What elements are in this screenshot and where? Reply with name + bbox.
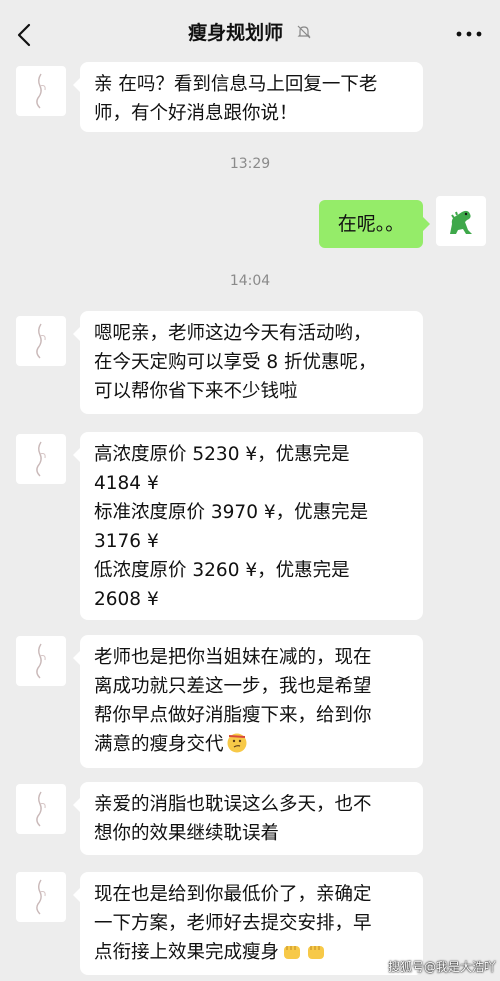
chat-title-wrap: 瘦身规划师	[0, 18, 500, 45]
contact-avatar[interactable]	[16, 66, 66, 116]
watermark: 搜狐号@我是大浩吖	[387, 960, 496, 974]
message-text: 在呢。。	[337, 213, 405, 235]
message-text: 在今天定购可以享受 8 折优惠呢，	[94, 352, 377, 373]
price-line: 低浓度原价 3260 ¥，优惠完是	[94, 560, 350, 581]
timestamp: 14:04	[229, 273, 271, 289]
price-line: 3176 ¥	[94, 531, 159, 552]
calligraphy-figure-avatar	[36, 879, 46, 915]
fist-bump-icon	[308, 946, 325, 959]
contact-avatar[interactable]	[16, 316, 66, 366]
message-text: 帮你早点做好消脂瘦下来，给到你	[94, 705, 372, 726]
message-text: 点衔接上效果完成瘦身	[94, 942, 280, 963]
message-text: 离成功就只差这一步，我也是希望	[94, 676, 372, 697]
contact-avatar[interactable]	[16, 434, 66, 484]
outgoing-message[interactable]: 在呢。。	[319, 200, 430, 248]
message-text: 满意的瘦身交代	[94, 734, 224, 755]
calligraphy-figure-avatar	[36, 791, 46, 827]
my-avatar[interactable]	[436, 196, 486, 246]
thinking-face-icon	[227, 733, 247, 753]
message-text: 老师也是把你当姐妹在减的，现在	[94, 647, 372, 668]
message-text-last: 满意的瘦身交代	[94, 730, 411, 759]
incoming-message[interactable]: 现在也是给到你最低价了，亲确定 一下方案，老师好去提交安排，早 点衔接上效果完成…	[73, 872, 423, 975]
price-line: 2608 ¥	[94, 589, 159, 610]
timestamp: 13:29	[229, 156, 271, 172]
message-text: 一下方案，老师好去提交安排，早	[94, 913, 372, 934]
calligraphy-figure-avatar	[36, 441, 46, 477]
calligraphy-figure-avatar	[36, 643, 46, 679]
contact-avatar[interactable]	[16, 872, 66, 922]
contact-avatar[interactable]	[16, 636, 66, 686]
message-text: 师，有个好消息跟你说！	[94, 103, 298, 124]
message-text: 亲爱的消脂也耽误这么多天，也不	[94, 794, 372, 815]
chat-header: 瘦身规划师	[0, 0, 500, 64]
incoming-message[interactable]: 亲 在吗？看到信息马上回复一下老 师，有个好消息跟你说！	[73, 62, 423, 132]
more-dots-icon[interactable]	[456, 31, 482, 37]
green-dinosaur-avatar	[450, 210, 472, 234]
message-text: 亲 在吗？看到信息马上回复一下老	[94, 74, 378, 95]
contact-avatar[interactable]	[16, 784, 66, 834]
fist-bump-icon	[284, 946, 301, 959]
message-text: 可以帮你省下来不少钱啦	[94, 381, 298, 402]
calligraphy-figure-avatar	[36, 73, 46, 109]
incoming-message[interactable]: 亲爱的消脂也耽误这么多天，也不 想你的效果继续耽误着	[73, 782, 423, 855]
message-text-last: 点衔接上效果完成瘦身	[94, 938, 411, 967]
price-line: 4184 ¥	[94, 473, 159, 494]
message-text: 嗯呢亲，老师这边今天有活动哟，	[94, 323, 372, 344]
incoming-message-prices[interactable]: 高浓度原价 5230 ¥，优惠完是 4184 ¥ 标准浓度原价 3970 ¥，优…	[73, 432, 423, 620]
message-text: 现在也是给到你最低价了，亲确定	[94, 884, 372, 905]
price-line: 标准浓度原价 3970 ¥，优惠完是	[94, 502, 369, 523]
chat-title: 瘦身规划师	[188, 22, 284, 44]
bell-muted-icon	[297, 25, 311, 39]
incoming-message[interactable]: 老师也是把你当姐妹在减的，现在 离成功就只差这一步，我也是希望 帮你早点做好消脂…	[73, 635, 423, 768]
calligraphy-figure-avatar	[36, 323, 46, 359]
message-text: 想你的效果继续耽误着	[94, 823, 280, 844]
price-line: 高浓度原价 5230 ¥，优惠完是	[94, 444, 350, 465]
incoming-message[interactable]: 嗯呢亲，老师这边今天有活动哟， 在今天定购可以享受 8 折优惠呢， 可以帮你省下…	[73, 311, 423, 414]
